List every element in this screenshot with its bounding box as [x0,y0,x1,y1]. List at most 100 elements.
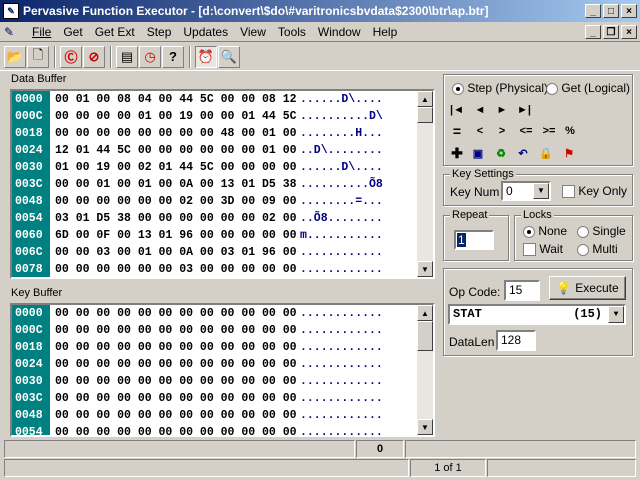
first-record-button[interactable]: |◄ [448,102,466,118]
menu-file-label: File [32,24,52,39]
lock-single-option[interactable]: Single [577,224,626,238]
get-logical-option[interactable]: Get (Logical) [546,81,630,95]
hex-row[interactable]: 0078 00 00 00 00 00 00 03 00 00 00 00 00.… [12,261,433,277]
scroll-thumb[interactable] [417,107,433,123]
hex-row[interactable]: 0024 00 00 00 00 00 00 00 00 00 00 00 00.… [12,356,433,373]
lock-none-option[interactable]: None [523,224,567,238]
hex-row[interactable]: 000C 00 00 00 00 00 00 00 00 00 00 00 00.… [12,322,433,339]
next-record-button[interactable]: ► [493,102,511,118]
menu-view[interactable]: View [234,25,272,39]
document-icon[interactable]: ✎ [4,25,22,39]
hex-offset: 003C [12,176,50,193]
lock-single-radio[interactable] [577,225,589,238]
maximize-button[interactable]: □ [603,4,619,18]
alarm-clock-icon[interactable]: ⏰ [195,45,217,68]
lock-wait-option[interactable]: Wait [523,242,563,257]
recycle-delete-icon[interactable]: ♻ [492,145,510,161]
menu-step[interactable]: Step [141,25,178,39]
hex-row[interactable]: 000C 00 00 00 00 01 00 19 00 00 01 44 5C.… [12,108,433,125]
prev-record-button[interactable]: ◄ [471,102,489,118]
datalen-input[interactable]: 128 [496,330,536,351]
hex-row[interactable]: 003C 00 00 01 00 01 00 0A 00 13 01 D5 38.… [12,176,433,193]
menu-help[interactable]: Help [367,25,404,39]
undo-icon[interactable]: ↶ [514,145,532,161]
hex-row[interactable]: 006C 00 00 03 00 01 00 0A 00 03 01 96 00.… [12,244,433,261]
chevron-down-icon[interactable]: ▼ [533,183,549,199]
mdi-minimize-button[interactable]: _ [585,25,601,39]
get-equal-button[interactable]: = [448,123,466,139]
hex-row[interactable]: 0060 6D 00 0F 00 13 01 96 00 00 00 00 00 m… [12,227,433,244]
key-buffer-view[interactable]: 0000 00 00 00 00 00 00 00 00 00 00 00 00.… [10,303,435,437]
key-buffer-scrollbar[interactable]: ▲ ▼ [417,305,433,435]
hex-row[interactable]: 0030 01 00 19 00 02 01 44 5C 00 00 00 00.… [12,159,433,176]
insert-plus-icon[interactable]: ✚ [448,145,466,161]
title-bar: ✎ Pervasive Function Executor - [d:\conv… [0,0,640,22]
menu-tools[interactable]: Tools [272,25,312,39]
flag-icon[interactable]: ⚑ [560,145,578,161]
get-less-equal-button[interactable]: <= [515,123,537,139]
hex-bytes: 00 00 01 00 01 00 0A 00 13 01 D5 38 [55,178,297,191]
close-button[interactable]: × [621,4,637,18]
key-only-option[interactable]: Key Only [562,184,627,199]
hex-row[interactable]: 0018 00 00 00 00 00 00 00 00 00 00 00 00.… [12,339,433,356]
scroll-thumb[interactable] [417,321,433,351]
hex-row[interactable]: 0030 00 00 00 00 00 00 00 00 00 00 00 00.… [12,373,433,390]
op-code-input[interactable]: 15 [504,280,540,301]
hex-row[interactable]: 0000 00 01 00 08 04 00 44 5C 00 00 08 12.… [12,91,433,108]
scroll-up-arrow-icon[interactable]: ▲ [417,305,433,321]
execute-button[interactable]: 💡 Execute [549,276,626,300]
hex-row[interactable]: 003C 00 00 00 00 00 00 00 00 00 00 00 00.… [12,390,433,407]
hex-row[interactable]: 0024 12 01 44 5C 00 00 00 00 00 00 01 00.… [12,142,433,159]
hex-row[interactable]: 0018 00 00 00 00 00 00 00 00 48 00 01 00.… [12,125,433,142]
get-greater-button[interactable]: > [493,123,511,139]
mdi-close-button[interactable]: × [621,25,637,39]
data-buffer-view[interactable]: 0000 00 01 00 08 04 00 44 5C 00 00 08 12.… [10,89,435,279]
stop-icon[interactable]: ⊘ [83,45,105,68]
chevron-down-icon[interactable]: ▼ [608,306,624,323]
hex-offset: 0030 [12,373,50,390]
get-logical-radio[interactable] [546,82,558,95]
magnifier-icon[interactable]: 🔍 [218,45,240,68]
app-icon: ✎ [3,3,19,19]
reset-icon[interactable]: Ⓒ [60,45,82,68]
hex-ascii: ......D\.... [300,161,383,174]
data-buffer-scrollbar[interactable]: ▲ ▼ [417,91,433,277]
scroll-down-arrow-icon[interactable]: ▼ [417,419,433,435]
hex-row[interactable]: 0054 03 01 D5 38 00 00 00 00 00 00 02 00.… [12,210,433,227]
key-num-select[interactable]: 0 ▼ [501,181,551,201]
last-record-button[interactable]: ►| [515,102,533,118]
repeat-input[interactable]: 1 [454,230,494,250]
get-greater-equal-button[interactable]: >= [538,123,560,139]
open-folder-icon[interactable]: 📂 [4,45,26,68]
hex-row[interactable]: 0048 00 00 00 00 00 00 00 00 00 00 00 00.… [12,407,433,424]
minimize-button[interactable]: _ [585,4,601,18]
scroll-down-arrow-icon[interactable]: ▼ [417,261,433,277]
help-icon[interactable]: ? [162,45,184,68]
function-select[interactable]: STAT (15) ▼ [448,304,626,325]
menu-file[interactable]: File [26,25,57,39]
clock-icon[interactable]: ◷ [139,45,161,68]
menu-get-ext[interactable]: Get Ext [89,25,141,39]
hex-offset: 0018 [12,125,50,142]
menu-window[interactable]: Window [312,25,367,39]
scroll-up-arrow-icon[interactable]: ▲ [417,91,433,107]
step-physical-radio[interactable] [452,82,464,95]
menu-updates[interactable]: Updates [177,25,234,39]
hex-row[interactable]: 0048 00 00 00 00 00 00 02 00 3D 00 09 00.… [12,193,433,210]
get-less-button[interactable]: < [471,123,489,139]
key-only-checkbox[interactable] [562,185,575,199]
hex-row[interactable]: 0000 00 00 00 00 00 00 00 00 00 00 00 00.… [12,305,433,322]
hex-row[interactable]: 0054 00 00 00 00 00 00 00 00 00 00 00 00.… [12,424,433,435]
properties-icon[interactable]: ▤ [116,45,138,68]
menu-get[interactable]: Get [57,25,88,39]
lock-icon[interactable]: 🔒 [537,145,555,161]
save-disk-icon[interactable]: ▣ [469,145,487,161]
lock-multi-radio[interactable] [577,243,589,256]
step-physical-option[interactable]: Step (Physical) [452,81,548,95]
lock-multi-option[interactable]: Multi [577,242,618,256]
lock-none-radio[interactable] [523,225,535,238]
lock-wait-checkbox[interactable] [523,243,536,257]
new-file-icon[interactable]: 🗋 [27,45,49,68]
mdi-restore-button[interactable]: ❐ [603,25,619,39]
get-percent-button[interactable]: % [561,123,579,139]
